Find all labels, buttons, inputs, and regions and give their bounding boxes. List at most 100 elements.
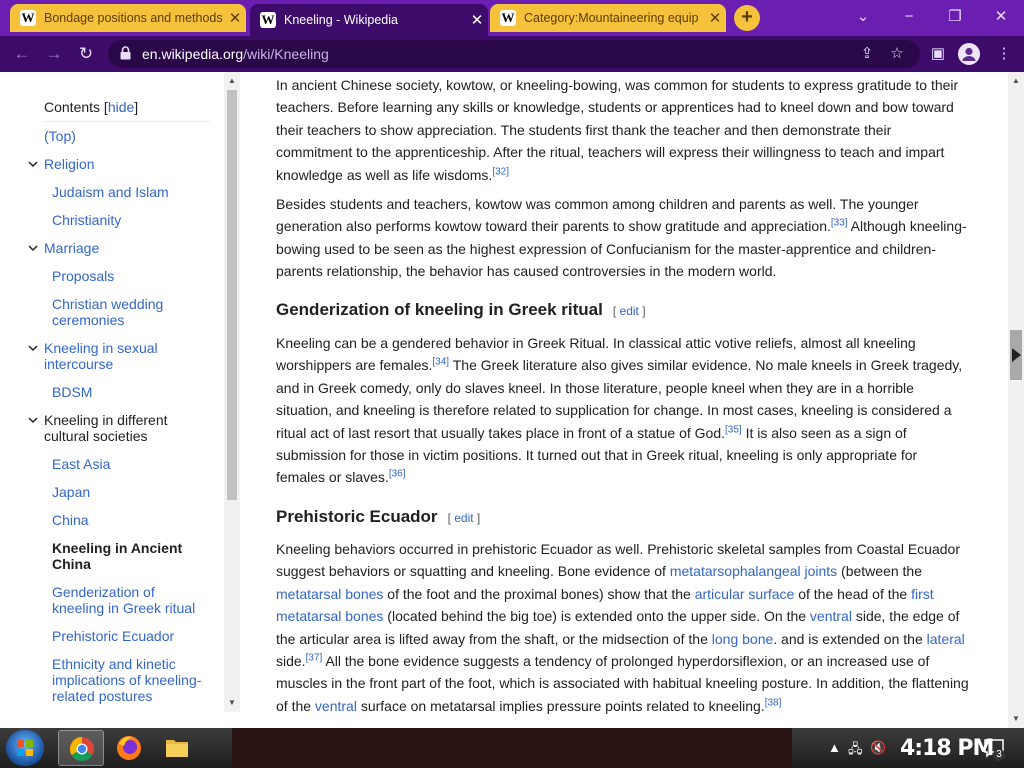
edit-section-link[interactable]: [ edit ] bbox=[613, 304, 646, 318]
tab-title: Category:Mountaineering equip bbox=[524, 11, 699, 25]
taskbar-file-explorer[interactable] bbox=[154, 730, 200, 766]
wikipedia-favicon-icon: W bbox=[500, 10, 516, 26]
bookmark-star-icon[interactable]: ☆ bbox=[888, 45, 906, 63]
reference-link[interactable]: [34] bbox=[432, 357, 449, 368]
reference-link[interactable]: [36] bbox=[389, 469, 406, 480]
show-hidden-icons-icon[interactable]: ▲ bbox=[828, 740, 841, 755]
url-domain: en.wikipedia.org bbox=[142, 46, 244, 62]
start-button[interactable] bbox=[6, 730, 44, 766]
tab-mountaineering-equipment[interactable]: W Category:Mountaineering equip ✕ bbox=[490, 4, 726, 32]
system-clock[interactable]: 4:18 PM bbox=[900, 736, 994, 761]
toc-item-christianity[interactable]: Christianity bbox=[52, 212, 121, 228]
notification-count-badge: 3 bbox=[993, 749, 1005, 761]
link-articular-surface[interactable]: articular surface bbox=[695, 586, 795, 602]
volume-muted-icon[interactable]: 🔇 bbox=[870, 740, 886, 756]
close-tab-icon[interactable]: ✕ bbox=[704, 9, 726, 27]
mouse-cursor-icon bbox=[1012, 348, 1021, 362]
reference-link[interactable]: [32] bbox=[492, 166, 509, 177]
paragraph-prehistoric-ecuador: Kneeling behaviors occurred in prehistor… bbox=[276, 541, 969, 714]
toc-item-bdsm[interactable]: BDSM bbox=[52, 384, 92, 400]
toc-title: Contents bbox=[44, 99, 101, 115]
share-icon[interactable]: ⇪ bbox=[858, 45, 876, 63]
link-lateral[interactable]: lateral bbox=[927, 631, 965, 647]
back-button[interactable]: ← bbox=[10, 42, 34, 66]
lock-icon[interactable] bbox=[120, 46, 131, 60]
browser-menu-icon[interactable]: ⋮ bbox=[994, 44, 1014, 64]
toc-item-proposals[interactable]: Proposals bbox=[52, 268, 114, 284]
url-path: /wiki/Kneeling bbox=[243, 46, 329, 62]
wikipedia-favicon-icon: W bbox=[20, 10, 36, 26]
address-bar[interactable]: en.wikipedia.org/wiki/Kneeling ⇪ ☆ bbox=[108, 40, 920, 68]
tab-title: Bondage positions and methods bbox=[44, 11, 223, 25]
toc-item-christian-wedding[interactable]: Christian wedding ceremonies bbox=[52, 296, 202, 328]
toc-item-sexual-intercourse[interactable]: Kneeling in sexual intercourse bbox=[44, 340, 194, 372]
toc-header: Contents [hide] bbox=[44, 99, 139, 115]
toc-item-prehistoric-ecuador[interactable]: Prehistoric Ecuador bbox=[52, 628, 174, 644]
page-scrollbar[interactable]: ▲ ▼ bbox=[1008, 72, 1024, 728]
toc-hide-link[interactable]: hide bbox=[108, 99, 134, 115]
toc-item-japan[interactable]: Japan bbox=[52, 484, 90, 500]
link-ventral[interactable]: ventral bbox=[810, 608, 852, 624]
folder-icon bbox=[166, 740, 188, 757]
windows-taskbar: ▲ 🖧 🔇 4:18 PM 3 bbox=[0, 728, 1024, 768]
taskbar-chrome[interactable] bbox=[58, 730, 104, 766]
reference-link[interactable]: [37] bbox=[306, 652, 323, 663]
windows-logo-icon bbox=[17, 740, 33, 756]
forward-button[interactable]: → bbox=[42, 42, 66, 66]
paragraph-kowtow-parents: Besides students and teachers, kowtow wa… bbox=[276, 196, 967, 280]
side-panel-icon[interactable]: ▣ bbox=[928, 44, 948, 64]
close-tab-icon[interactable]: ✕ bbox=[466, 11, 488, 29]
chevron-down-icon[interactable] bbox=[27, 158, 39, 170]
toc-item-marriage[interactable]: Marriage bbox=[44, 240, 99, 256]
reference-link[interactable]: [33] bbox=[831, 218, 848, 229]
reference-link[interactable]: [35] bbox=[725, 424, 742, 435]
scroll-up-arrow-icon[interactable]: ▲ bbox=[224, 76, 240, 85]
url-text[interactable]: en.wikipedia.org/wiki/Kneeling bbox=[142, 40, 329, 68]
profile-avatar[interactable] bbox=[958, 43, 980, 65]
tab-bondage-positions[interactable]: W Bondage positions and methods ✕ bbox=[10, 4, 246, 32]
toc-scrollbar-thumb[interactable] bbox=[227, 90, 237, 500]
toc-item-east-asia[interactable]: East Asia bbox=[52, 456, 110, 472]
person-icon bbox=[962, 47, 976, 61]
network-icon[interactable]: 🖧 bbox=[848, 740, 863, 762]
toc-item-china[interactable]: China bbox=[52, 512, 89, 528]
taskbar-firefox[interactable] bbox=[106, 730, 152, 766]
chevron-down-icon[interactable] bbox=[27, 414, 39, 426]
close-window-icon[interactable]: ✕ bbox=[986, 6, 1016, 28]
toc-item-judaism-islam[interactable]: Judaism and Islam bbox=[52, 184, 169, 200]
chevron-down-icon[interactable] bbox=[27, 342, 39, 354]
tab-search-chevron-icon[interactable]: ⌄ bbox=[848, 6, 878, 28]
toc-item-ancient-china[interactable]: Kneeling in Ancient China bbox=[52, 540, 202, 572]
chrome-icon bbox=[69, 737, 94, 762]
toc-item-ethnicity-kinetic[interactable]: Ethnicity and kinetic implications of kn… bbox=[52, 656, 208, 704]
reload-button[interactable]: ↻ bbox=[74, 42, 98, 66]
tab-kneeling[interactable]: W Kneeling - Wikipedia ✕ bbox=[250, 4, 488, 36]
paragraph-ancient-chinese: In ancient Chinese society, kowtow, or k… bbox=[276, 77, 959, 183]
toc-item-cultural-societies[interactable]: Kneeling in different cultural societies bbox=[44, 412, 194, 444]
toc-item-greek-ritual[interactable]: Genderization of kneeling in Greek ritua… bbox=[52, 584, 208, 616]
chevron-down-icon[interactable] bbox=[27, 242, 39, 254]
link-long-bone[interactable]: long bone bbox=[712, 631, 774, 647]
minimize-window-icon[interactable]: − bbox=[894, 6, 924, 28]
close-tab-icon[interactable]: ✕ bbox=[224, 9, 246, 27]
link-metatarsophalangeal-joints[interactable]: metatarsophalangeal joints bbox=[670, 563, 837, 579]
link-metatarsal-bones[interactable]: metatarsal bones bbox=[276, 586, 383, 602]
new-tab-button[interactable]: + bbox=[734, 5, 760, 31]
reference-link[interactable]: [38] bbox=[765, 697, 782, 708]
toc-item-top[interactable]: (Top) bbox=[44, 128, 76, 144]
tab-title: Kneeling - Wikipedia bbox=[284, 13, 398, 27]
desktop-wallpaper-strip bbox=[232, 728, 792, 768]
heading-greek-ritual: Genderization of kneeling in Greek ritua… bbox=[276, 300, 646, 319]
scroll-down-arrow-icon[interactable]: ▼ bbox=[224, 698, 240, 707]
scroll-up-arrow-icon[interactable]: ▲ bbox=[1008, 76, 1024, 85]
web-page: Contents [hide] (Top) Religion Judaism a… bbox=[0, 72, 1024, 728]
firefox-icon bbox=[117, 736, 141, 760]
restore-window-icon[interactable]: ❐ bbox=[940, 6, 970, 28]
paragraph-greek-ritual: Kneeling can be a gendered behavior in G… bbox=[276, 335, 963, 486]
toc-scrollbar[interactable]: ▲ ▼ bbox=[224, 72, 240, 712]
wikipedia-favicon-icon: W bbox=[260, 12, 276, 28]
toc-item-religion[interactable]: Religion bbox=[44, 156, 95, 172]
edit-section-link[interactable]: [ edit ] bbox=[448, 511, 481, 525]
link-ventral-2[interactable]: ventral bbox=[315, 698, 357, 714]
scroll-down-arrow-icon[interactable]: ▼ bbox=[1008, 714, 1024, 723]
